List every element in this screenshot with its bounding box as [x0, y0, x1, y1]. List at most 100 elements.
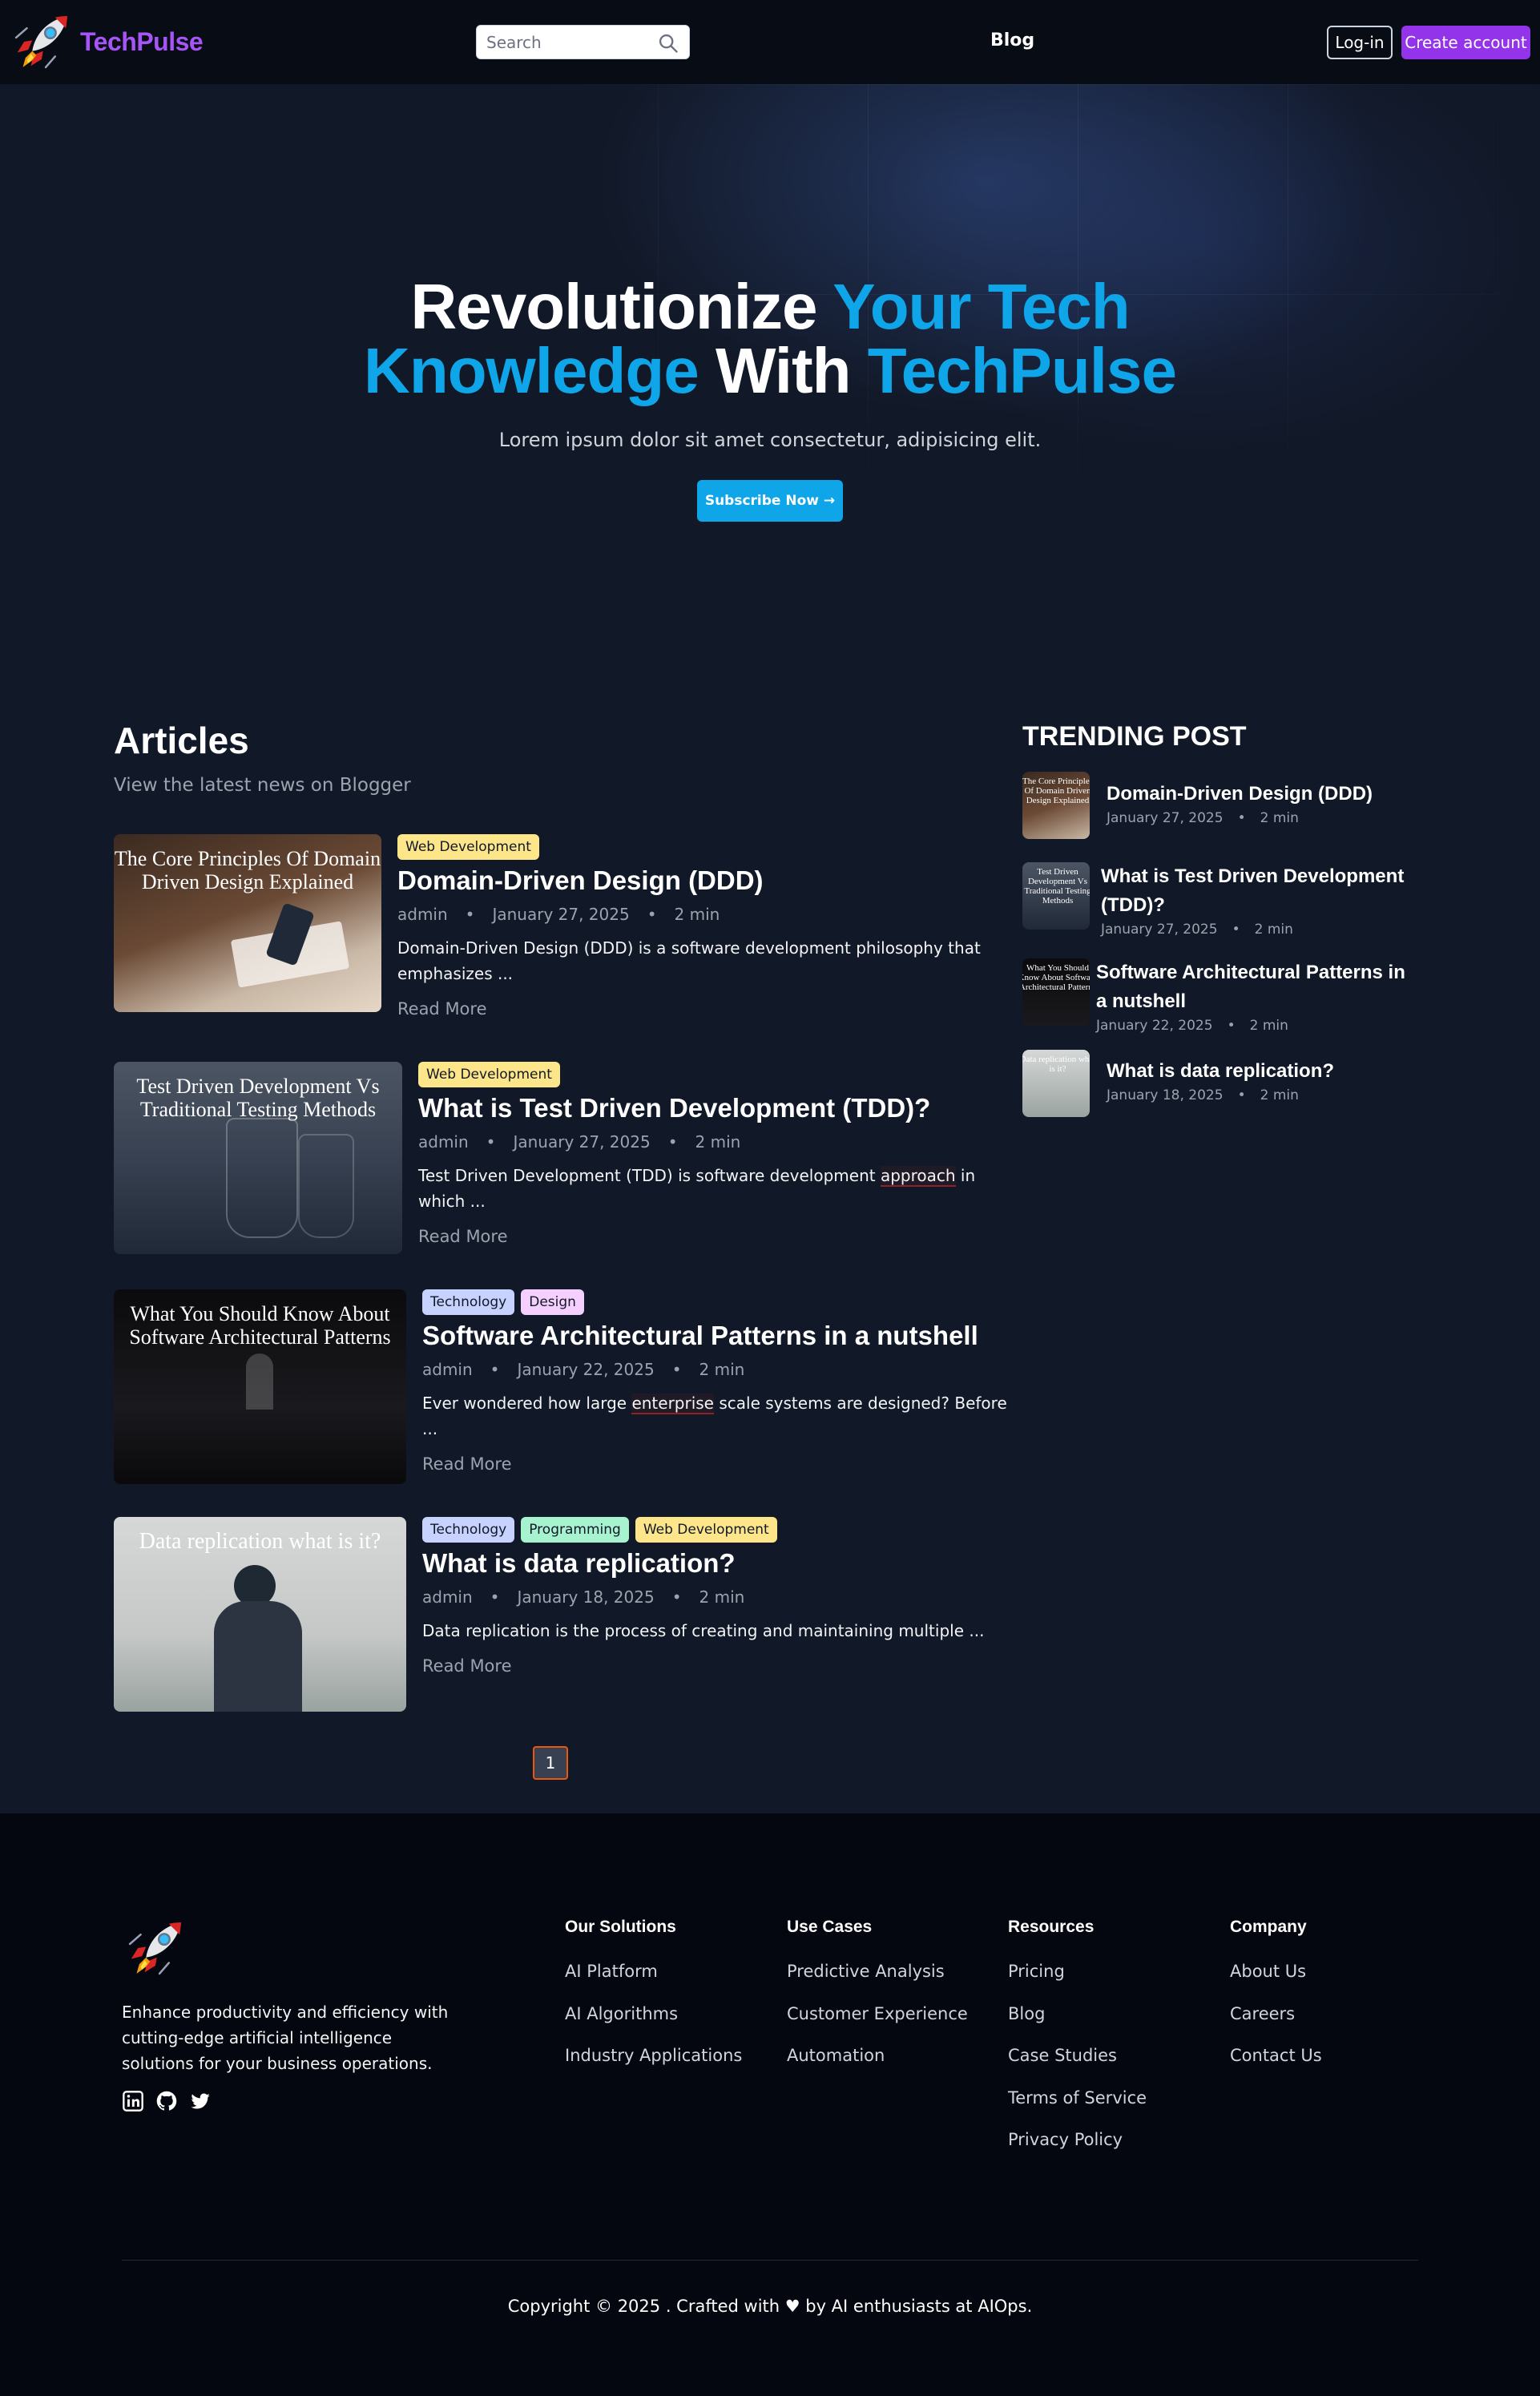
thumbnail-caption: Test Driven Development Vs Traditional T…: [136, 1075, 380, 1121]
github-icon[interactable]: [155, 2090, 178, 2112]
thumbnail-caption: The Core Principles Of Domain Driven Des…: [114, 847, 381, 893]
article-read-time: 2 min: [695, 1132, 741, 1152]
footer-link[interactable]: AI Algorithms: [565, 2003, 742, 2024]
read-more-link[interactable]: Read More: [422, 1454, 1011, 1474]
login-button[interactable]: Log-in: [1327, 26, 1393, 59]
article-title[interactable]: Domain-Driven Design (DDD): [397, 865, 986, 897]
search-icon[interactable]: [657, 32, 679, 54]
social-links: [122, 2090, 212, 2112]
rocket-logo-icon[interactable]: [122, 1914, 189, 1982]
article-thumbnail[interactable]: The Core Principles Of Domain Driven Des…: [114, 834, 381, 1012]
brand-name: TechPulse: [80, 26, 204, 56]
footer-link[interactable]: Case Studies: [1008, 2045, 1147, 2066]
twitter-icon[interactable]: [189, 2090, 212, 2112]
hero-title-accent: Knowledge: [364, 335, 699, 406]
read-more-link[interactable]: Read More: [422, 1656, 1011, 1676]
pagination-page-button[interactable]: 1: [533, 1746, 568, 1780]
article-thumbnail[interactable]: Data replication what is it?: [114, 1517, 406, 1712]
articles-heading: Articles: [114, 720, 249, 761]
footer-description: Enhance productivity and efficiency with…: [122, 2003, 449, 2073]
meta-separator: •: [1227, 1018, 1236, 1034]
trending-thumb-caption: What You Should Know About Software Arch…: [1022, 963, 1090, 992]
create-account-button[interactable]: Create account: [1401, 26, 1530, 59]
trending-read-time: 2 min: [1260, 810, 1299, 826]
footer-link[interactable]: About Us: [1230, 1961, 1322, 1982]
footer-link[interactable]: Contact Us: [1230, 2045, 1322, 2066]
meta-separator: •: [671, 1587, 682, 1607]
trending-title[interactable]: What is data replication?: [1107, 1057, 1411, 1086]
tag-list: Web Development: [418, 1062, 995, 1089]
trending-date: January 22, 2025: [1096, 1018, 1213, 1034]
footer-link[interactable]: Predictive Analysis: [787, 1961, 968, 1982]
trending-title[interactable]: Software Architectural Patterns in a nut…: [1096, 958, 1409, 1016]
footer-link[interactable]: AI Platform: [565, 1961, 742, 1982]
footer-column-title: Use Cases: [787, 1918, 873, 1936]
trending-thumbnail[interactable]: Test Driven Development Vs Traditional T…: [1022, 862, 1090, 930]
tag-badge[interactable]: Web Development: [397, 834, 539, 860]
article-meta: admin • January 27, 2025 • 2 min: [397, 905, 986, 924]
footer-link[interactable]: Customer Experience: [787, 2003, 968, 2024]
trending-date: January 27, 2025: [1101, 922, 1218, 938]
brand-link[interactable]: TechPulse: [8, 8, 204, 75]
hero-title-accent: TechPulse: [867, 335, 1177, 406]
article-thumbnail[interactable]: Test Driven Development Vs Traditional T…: [114, 1062, 402, 1254]
article-excerpt: Ever wondered how large enterprise scale…: [422, 1390, 1011, 1442]
footer-link[interactable]: Industry Applications: [565, 2045, 742, 2066]
article-meta: admin • January 22, 2025 • 2 min: [422, 1360, 1011, 1379]
linkedin-icon[interactable]: [122, 2090, 144, 2112]
hero-subtitle: Lorem ipsum dolor sit amet consectetur, …: [498, 429, 1042, 451]
excerpt-text: Ever wondered how large: [422, 1394, 632, 1413]
meta-separator: •: [490, 1587, 500, 1607]
trending-thumbnail[interactable]: Data replication what is it?: [1022, 1050, 1090, 1117]
footer-link[interactable]: Privacy Policy: [1008, 2129, 1147, 2150]
footer-divider: [122, 2260, 1418, 2261]
article-date: January 27, 2025: [513, 1132, 651, 1152]
article-read-time: 2 min: [699, 1360, 745, 1379]
trending-meta: January 27, 2025 • 2 min: [1107, 810, 1411, 826]
article-title[interactable]: Software Architectural Patterns in a nut…: [422, 1320, 1011, 1352]
nav-link-blog[interactable]: Blog: [990, 30, 1034, 50]
trending-body: Software Architectural Patterns in a nut…: [1096, 958, 1409, 1034]
trending-thumb-caption: The Core Principles Of Domain Driven Des…: [1022, 776, 1090, 805]
tag-badge[interactable]: Technology: [422, 1289, 515, 1315]
subscribe-button[interactable]: Subscribe Now →: [697, 480, 843, 522]
read-more-link[interactable]: Read More: [397, 999, 986, 1019]
tag-badge[interactable]: Web Development: [635, 1517, 777, 1543]
spellcheck-highlight: enterprise: [631, 1394, 714, 1414]
thumbnail-caption: Data replication what is it?: [139, 1529, 381, 1554]
read-more-link[interactable]: Read More: [418, 1227, 995, 1246]
hero-title-part: Revolutionize: [410, 271, 833, 342]
footer-link[interactable]: Careers: [1230, 2003, 1322, 2024]
article-read-time: 2 min: [674, 905, 720, 924]
meta-separator: •: [465, 905, 475, 924]
article-title[interactable]: What is data replication?: [422, 1547, 1011, 1579]
footer-column-title: Company: [1230, 1918, 1307, 1936]
article-title[interactable]: What is Test Driven Development (TDD)?: [418, 1092, 995, 1124]
article-meta: admin • January 18, 2025 • 2 min: [422, 1587, 1011, 1607]
footer-column: Resources Pricing Blog Case Studies Term…: [1008, 1918, 1147, 2172]
tag-badge[interactable]: Technology: [422, 1517, 515, 1543]
meta-separator: •: [647, 905, 657, 924]
tag-badge[interactable]: Web Development: [418, 1062, 560, 1087]
trending-read-time: 2 min: [1254, 922, 1293, 938]
thumbnail-flask: [298, 1134, 354, 1238]
trending-thumbnail[interactable]: The Core Principles Of Domain Driven Des…: [1022, 772, 1090, 839]
trending-thumbnail[interactable]: What You Should Know About Software Arch…: [1022, 958, 1090, 1026]
article-thumbnail[interactable]: What You Should Know About Software Arch…: [114, 1289, 406, 1484]
search-input[interactable]: [477, 26, 645, 58]
trending-read-time: 2 min: [1260, 1087, 1299, 1103]
trending-body: Domain-Driven Design (DDD) January 27, 2…: [1107, 780, 1411, 826]
article-date: January 18, 2025: [517, 1587, 655, 1607]
trending-title[interactable]: What is Test Driven Development (TDD)?: [1101, 862, 1405, 920]
trending-title[interactable]: Domain-Driven Design (DDD): [1107, 780, 1411, 809]
footer-link[interactable]: Terms of Service: [1008, 2087, 1147, 2108]
footer-link[interactable]: Pricing: [1008, 1961, 1147, 1982]
footer-link[interactable]: Automation: [787, 2045, 968, 2066]
footer-link[interactable]: Blog: [1008, 2003, 1147, 2024]
search-box: [476, 25, 690, 59]
articles-subheading: View the latest news on Blogger: [114, 775, 411, 796]
tag-badge[interactable]: Design: [521, 1289, 584, 1315]
tag-badge[interactable]: Programming: [521, 1517, 629, 1543]
trending-body: What is data replication? January 18, 20…: [1107, 1057, 1411, 1103]
article-author: admin: [422, 1360, 473, 1379]
